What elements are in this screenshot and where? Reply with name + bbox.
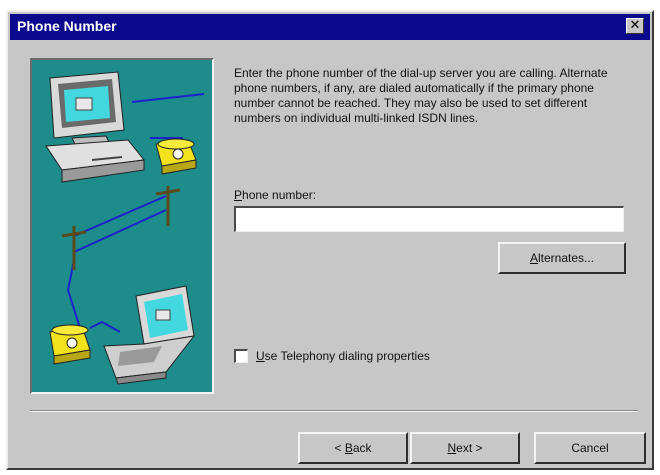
telephone-icon <box>155 138 197 175</box>
computer-icon <box>45 71 145 183</box>
close-button[interactable]: ✕ <box>626 18 644 34</box>
checkbox-mnemonic: U <box>256 349 265 363</box>
next-mnemonic: N <box>447 441 457 455</box>
alternates-mnemonic: A <box>529 251 538 265</box>
phone-number-input[interactable] <box>234 206 624 232</box>
instructions-text: Enter the phone number of the dial-up se… <box>234 66 608 125</box>
telephony-checkbox[interactable] <box>234 349 248 363</box>
window-title: Phone Number <box>17 18 117 34</box>
phone-number-label: Phone number: <box>234 188 316 202</box>
phone-label-mnemonic: P <box>234 188 243 202</box>
phone-label-text: hone number: <box>242 188 317 202</box>
back-button[interactable]: < Back <box>298 432 408 464</box>
alternates-label: lternates... <box>537 251 595 265</box>
back-label: ack <box>352 441 372 455</box>
checkbox-label-text: se Telephony dialing properties <box>264 349 430 363</box>
telephone-icon <box>49 324 91 365</box>
cancel-button[interactable]: Cancel <box>534 432 646 464</box>
dial-up-illustration <box>30 58 214 394</box>
back-mnemonic: B <box>344 441 353 455</box>
back-prefix: < <box>334 441 345 455</box>
close-icon: ✕ <box>629 18 641 33</box>
phone-number-dialog: Phone Number ✕ Enter the phone number of… <box>6 10 654 470</box>
telephony-checkbox-label[interactable]: Use Telephony dialing properties <box>256 348 430 364</box>
laptop-icon <box>103 285 196 385</box>
network-illustration <box>45 71 205 385</box>
footer-separator <box>30 410 638 412</box>
alternates-button[interactable]: Alternates... <box>498 242 626 274</box>
next-label: ext > <box>456 441 483 455</box>
next-button[interactable]: Next > <box>410 432 520 464</box>
titlebar[interactable]: Phone Number ✕ <box>10 14 650 40</box>
